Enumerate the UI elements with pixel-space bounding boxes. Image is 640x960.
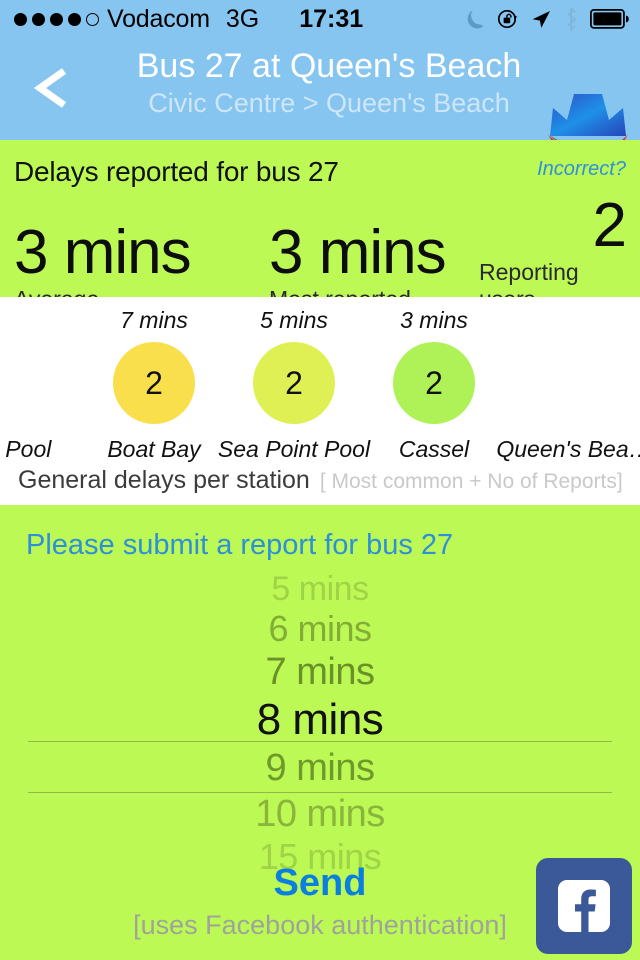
signal-dot-empty xyxy=(86,12,99,26)
signal-dot xyxy=(14,12,27,26)
picker-option-selected[interactable]: 8 mins xyxy=(0,694,640,745)
station-name-label: Boat Bay xyxy=(107,436,201,462)
station-report-bubble: 2 xyxy=(393,342,475,424)
station-report-bubble xyxy=(533,342,615,424)
picker-divider-top xyxy=(28,741,612,742)
stations-caption: General delays per station [ Most common… xyxy=(18,466,623,495)
stats-title: Delays reported for bus 27 xyxy=(14,156,339,187)
station-column[interactable]: 7 mins 2 Boat Bay xyxy=(84,297,224,463)
stations-caption-main: General delays per station xyxy=(18,466,310,494)
nav-title-group: Bus 27 at Queen's Beach Civic Centre > Q… xyxy=(96,46,562,120)
signal-dot xyxy=(68,12,81,26)
picker-option[interactable]: 9 mins xyxy=(0,745,640,791)
page-title: Bus 27 at Queen's Beach xyxy=(136,47,522,85)
incorrect-link[interactable]: Incorrect? xyxy=(537,158,626,181)
station-column[interactable]: 3 mins 2 Cassel xyxy=(364,297,504,463)
station-delay-label: 3 mins xyxy=(400,307,468,333)
station-column[interactable]: f's Pool xyxy=(0,297,84,463)
rotation-lock-icon xyxy=(497,9,518,29)
station-column[interactable]: Queen's Bea… xyxy=(496,297,640,463)
picker-option[interactable]: 5 mins xyxy=(0,570,640,608)
nav-bar: Bus 27 at Queen's Beach Civic Centre > Q… xyxy=(0,38,640,162)
stations-scroll-track[interactable]: f's Pool 7 mins 2 Boat Bay 5 mins 2 Sea … xyxy=(0,297,640,463)
stats-row: 3 mins Average 3 mins Most reported 2 Re… xyxy=(14,191,627,313)
station-report-bubble: 2 xyxy=(253,342,335,424)
station-report-bubble: 2 xyxy=(113,342,195,424)
battery-icon xyxy=(590,9,629,29)
station-delay-label: 5 mins xyxy=(260,307,328,333)
delay-stats-section: Delays reported for bus 27 Incorrect? 3 … xyxy=(0,140,640,312)
back-button[interactable] xyxy=(30,66,74,110)
signal-dot xyxy=(32,12,45,26)
stations-section[interactable]: f's Pool 7 mins 2 Boat Bay 5 mins 2 Sea … xyxy=(0,297,640,505)
bluetooth-icon xyxy=(567,7,577,31)
carrier-label: Vodacom xyxy=(107,4,210,33)
station-name-label: Sea Point Pool xyxy=(217,436,371,462)
report-title: Please submit a report for bus 27 xyxy=(26,529,454,561)
report-section: Please submit a report for bus 27 5 mins… xyxy=(0,505,640,960)
facebook-icon xyxy=(558,880,610,932)
picker-option[interactable]: 7 mins xyxy=(0,650,640,694)
clock-label: 17:31 xyxy=(299,4,364,33)
station-report-bubble xyxy=(0,342,55,424)
signal-strength-dots xyxy=(14,12,99,26)
app-root: Vodacom 3G 17:31 Bus 27 at Queen's Beach… xyxy=(0,0,640,960)
breadcrumb: Civic Centre > Queen's Beach xyxy=(148,88,510,119)
station-name-label: Cassel xyxy=(398,436,470,462)
station-delay-label: 7 mins xyxy=(120,307,188,333)
station-name-label: Queen's Bea… xyxy=(496,436,640,462)
stat-value: 3 mins xyxy=(269,218,447,287)
picker-option[interactable]: 10 mins xyxy=(0,791,640,837)
send-area: Send [uses Facebook authentication] xyxy=(0,840,640,960)
facebook-login-button[interactable] xyxy=(536,858,632,954)
network-type-label: 3G xyxy=(225,4,260,33)
stat-reporting-users: 2 Reporting users xyxy=(479,191,627,313)
moon-icon xyxy=(467,10,484,29)
status-bar: Vodacom 3G 17:31 xyxy=(0,0,640,38)
picker-divider-bottom xyxy=(28,792,612,793)
station-column[interactable]: 5 mins 2 Sea Point Pool xyxy=(218,297,370,463)
delay-picker[interactable]: 5 mins 6 mins 7 mins 8 mins 9 mins 10 mi… xyxy=(0,570,640,877)
status-icons xyxy=(466,7,630,31)
stat-value: 3 mins xyxy=(14,218,192,287)
signal-dot xyxy=(50,12,63,26)
stat-value: 2 xyxy=(592,191,627,260)
location-arrow-icon xyxy=(532,11,550,28)
station-name-label: f's Pool xyxy=(0,436,52,462)
stations-caption-sub: [ Most common + No of Reports] xyxy=(319,470,623,493)
picker-option[interactable]: 6 mins xyxy=(0,608,640,650)
